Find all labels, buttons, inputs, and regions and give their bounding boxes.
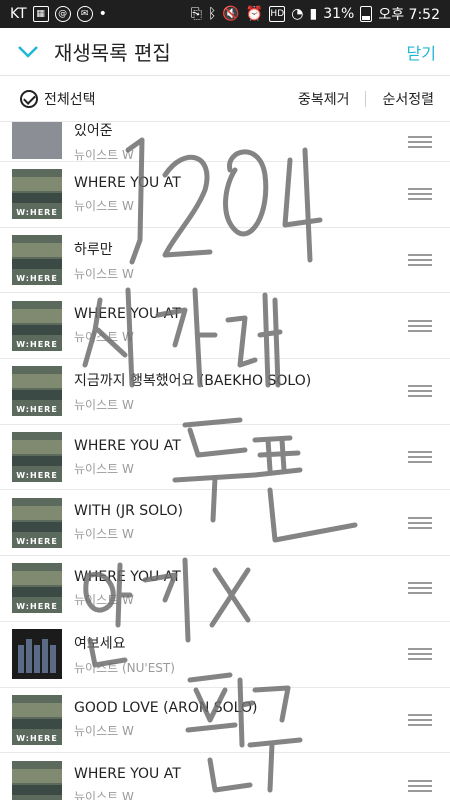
drag-handle-icon[interactable] — [408, 451, 432, 464]
artist-name: 뉴이스트 (NU'EST) — [74, 660, 175, 675]
artist-name: 뉴이스트 W — [74, 592, 134, 607]
close-button[interactable]: 닫기 — [407, 40, 436, 64]
select-all-label: 전체선택 — [44, 91, 96, 108]
song-title: WITH (JR SOLO) — [74, 503, 183, 520]
album-cover — [12, 629, 62, 680]
song-title: GOOD LOVE (ARON SOLO) — [74, 700, 258, 717]
album-cover: W:HERE — [12, 694, 62, 745]
gallery-notification-icon: ▦ — [32, 6, 49, 22]
playlist-row[interactable]: W:HERE WHERE YOU AT 뉴이스트 W — [0, 293, 450, 360]
song-title: 지금까지 행복했어요 (BAEKHO SOLO) — [74, 372, 312, 389]
artist-name: 뉴이스트 W — [74, 148, 134, 162]
album-cover: W:HERE — [12, 497, 62, 548]
album-cover: W:HERE — [12, 432, 62, 483]
song-title: WHERE YOU AT — [74, 437, 181, 454]
screenshot-icon: ⎘ — [190, 6, 202, 22]
drag-handle-icon[interactable] — [408, 135, 432, 148]
artist-name: 뉴이스트 W — [74, 330, 134, 345]
battery-icon — [360, 6, 373, 22]
song-title: WHERE YOU AT — [74, 766, 181, 783]
sort-order-button[interactable]: 순서정렬 — [382, 89, 434, 109]
alarm-icon: ⏰ — [245, 6, 264, 22]
song-title: 하루만 — [74, 241, 113, 258]
artist-name: 뉴이스트 W — [74, 724, 134, 739]
album-cover: W:HERE — [12, 760, 62, 800]
mute-icon: 🔇 — [222, 6, 240, 22]
album-cover: W:HERE — [12, 366, 62, 417]
status-bar: KT ▦ @ ✉ • ⎘ ᛒ 🔇 ⏰ HD ◔ ▮ 31% 오후 7:52 — [0, 0, 450, 28]
playlist: 있어준뉴이스트 W W:HERE WHERE YOU AT 뉴이스트 W W:HERE 하… — [0, 122, 450, 800]
drag-handle-icon[interactable] — [408, 385, 432, 398]
app-notification-icon: @ — [54, 6, 71, 22]
album-cover — [12, 122, 62, 159]
app-header: 재생목록 편집 닫기 — [0, 28, 450, 76]
playlist-row[interactable]: 있어준뉴이스트 W — [0, 122, 450, 162]
messenger-notification-icon: ✉ — [76, 6, 93, 22]
playlist-row[interactable]: W:HERE GOOD LOVE (ARON SOLO) 뉴이스트 W — [0, 688, 450, 754]
check-circle-icon — [20, 89, 38, 108]
drag-handle-icon[interactable] — [408, 188, 432, 201]
carrier-text: KT — [10, 6, 27, 22]
song-title: WHERE YOU AT — [74, 306, 181, 323]
remove-duplicates-button[interactable]: 중복제거 — [298, 89, 350, 109]
page-title: 재생목록 편집 — [54, 41, 171, 65]
playlist-row[interactable]: W:HERE WHERE YOU AT 뉴이스트 W — [0, 753, 450, 800]
battery-percent: 31% — [323, 6, 355, 22]
hd-voice-icon: HD — [269, 6, 286, 22]
edit-toolbar: 전체선택 중복제거 순서정렬 — [0, 76, 450, 122]
playlist-row[interactable]: W:HERE 하루만뉴이스트 W — [0, 228, 450, 294]
artist-name: 뉴이스트 W — [74, 198, 134, 213]
playlist-row[interactable]: W:HERE WHERE YOU AT 뉴이스트 W — [0, 556, 450, 622]
playlist-row[interactable]: W:HERE WITH (JR SOLO) 뉴이스트 W — [0, 490, 450, 557]
artist-name: 뉴이스트 W — [74, 266, 134, 281]
drag-handle-icon[interactable] — [408, 648, 432, 661]
song-title: 여보세요 — [74, 635, 126, 652]
status-time: 오후 7:52 — [378, 7, 440, 23]
playlist-row[interactable]: W:HERE WHERE YOU AT 뉴이스트 W — [0, 425, 450, 491]
artist-name: 뉴이스트 W — [74, 461, 134, 476]
playlist-row[interactable]: W:HERE 지금까지 행복했어요 (BAEKHO SOLO) 뉴이스트 W — [0, 359, 450, 425]
song-title: WHERE YOU AT — [74, 568, 181, 585]
artist-name: 뉴이스트 W — [74, 790, 134, 800]
drag-handle-icon[interactable] — [408, 516, 432, 529]
drag-handle-icon[interactable] — [408, 582, 432, 595]
toolbar-divider — [365, 90, 367, 107]
artist-name: 뉴이스트 W — [74, 527, 134, 542]
bluetooth-icon: ᛒ — [208, 6, 217, 22]
album-cover: W:HERE — [12, 300, 62, 351]
wifi-icon: ◔ — [291, 6, 304, 22]
drag-handle-icon[interactable] — [408, 713, 432, 726]
playlist-row[interactable]: W:HERE WHERE YOU AT 뉴이스트 W — [0, 162, 450, 228]
song-title: WHERE YOU AT — [74, 174, 181, 191]
song-title: 있어준 — [74, 123, 113, 139]
drag-handle-icon[interactable] — [408, 319, 432, 332]
signal-icon: ▮ — [309, 6, 318, 22]
album-cover: W:HERE — [12, 169, 62, 220]
chevron-down-icon[interactable] — [10, 34, 46, 70]
more-notifications-icon: • — [98, 6, 107, 22]
drag-handle-icon[interactable] — [408, 254, 432, 267]
album-cover: W:HERE — [12, 235, 62, 286]
album-cover: W:HERE — [12, 563, 62, 614]
drag-handle-icon[interactable] — [408, 779, 432, 792]
artist-name: 뉴이스트 W — [74, 397, 134, 412]
select-all-button[interactable]: 전체선택 — [0, 89, 96, 109]
playlist-row[interactable]: 여보세요뉴이스트 (NU'EST) — [0, 622, 450, 688]
